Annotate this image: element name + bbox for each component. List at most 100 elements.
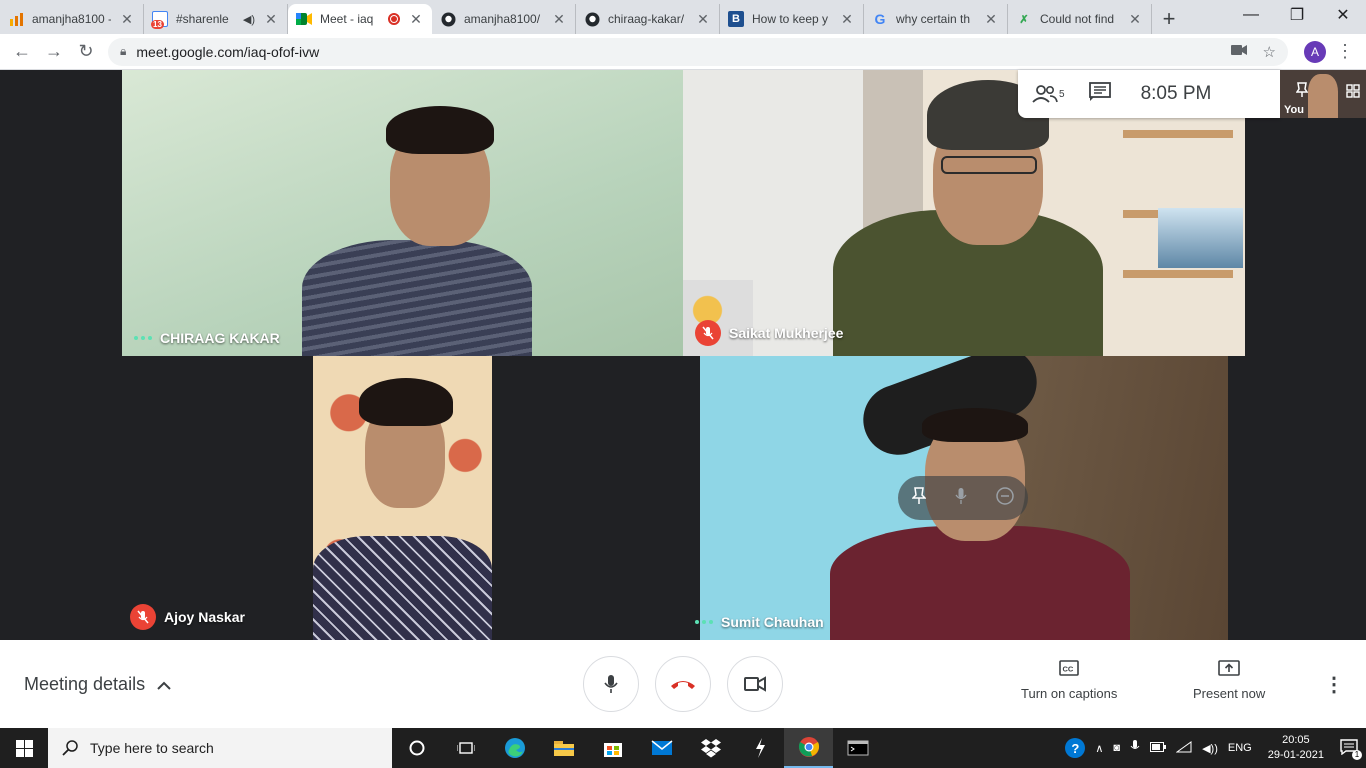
browser-menu-icon[interactable]: ⋮: [1336, 41, 1354, 62]
close-icon[interactable]: ✕: [551, 11, 567, 28]
camera-icon[interactable]: [1230, 43, 1247, 60]
winamp-icon[interactable]: [735, 728, 784, 768]
close-icon[interactable]: ✕: [839, 11, 855, 28]
people-button[interactable]: 5: [1032, 85, 1065, 103]
more-options-icon[interactable]: ⋮: [1324, 672, 1344, 697]
language-indicator[interactable]: ENG: [1228, 742, 1252, 754]
speaking-indicator-icon: [695, 620, 713, 624]
tile-hover-controls: [898, 476, 1028, 520]
tab-how-to-keep[interactable]: B How to keep y ✕: [720, 4, 864, 34]
cortana-icon[interactable]: [392, 728, 441, 768]
help-icon[interactable]: ?: [1065, 738, 1086, 758]
mic-off-icon: [695, 320, 721, 346]
search-placeholder: Type here to search: [90, 740, 214, 756]
site-icon: ✗: [1019, 13, 1029, 26]
new-tab-button[interactable]: +: [1152, 4, 1186, 34]
address-bar[interactable]: 🔒︎ meet.google.com/iaq-ofof-ivw ☆: [108, 37, 1288, 66]
restore-button[interactable]: ❐: [1274, 0, 1320, 30]
tab-google-search[interactable]: G why certain th ✕: [864, 4, 1008, 34]
tab-strip: amanjha8100 - ✕ 13 #sharenle ◀) ✕ Meet -…: [0, 0, 1366, 34]
participant-name: CHIRAAG KAKAR: [160, 330, 280, 346]
close-icon[interactable]: ✕: [263, 11, 279, 28]
close-window-button[interactable]: ✕: [1320, 0, 1366, 30]
tab-meet[interactable]: Meet - iaq ✕: [288, 4, 432, 34]
terminal-icon[interactable]: [833, 728, 882, 768]
file-explorer-icon[interactable]: [539, 728, 588, 768]
present-icon: [1218, 660, 1240, 676]
camera-button[interactable]: [727, 656, 783, 712]
chrome-icon[interactable]: [784, 728, 833, 768]
pin-icon[interactable]: [1295, 82, 1309, 103]
wall-picture: [1158, 208, 1243, 268]
close-icon[interactable]: ✕: [119, 11, 135, 28]
meeting-info-panel: 5 8:05 PM: [1018, 70, 1280, 118]
tab-github-aman[interactable]: amanjha8100/ ✕: [432, 4, 576, 34]
forward-button[interactable]: →: [38, 36, 70, 68]
close-icon[interactable]: ✕: [1127, 11, 1143, 28]
tab-analytics[interactable]: amanjha8100 - ✕: [0, 4, 144, 34]
speaker-icon[interactable]: ◀): [243, 13, 255, 26]
tab-could-not-find[interactable]: ✗ Could not find ✕: [1008, 4, 1152, 34]
participant-name-caption: Sumit Chauhan: [695, 614, 824, 630]
wifi-icon[interactable]: [1175, 740, 1192, 756]
task-view-icon[interactable]: [441, 728, 490, 768]
reload-button[interactable]: ↻: [70, 36, 102, 68]
b-icon: B: [728, 11, 744, 27]
chevron-up-icon: [157, 674, 171, 695]
participant-name: Ajoy Naskar: [164, 609, 245, 625]
hang-up-icon: [671, 681, 695, 689]
captions-button[interactable]: CC Turn on captions: [1021, 660, 1117, 701]
tab-github-chiraag[interactable]: chiraag-kakar/ ✕: [576, 4, 720, 34]
tab-label: why certain th: [896, 12, 971, 26]
edge-icon[interactable]: [490, 728, 539, 768]
close-icon[interactable]: ✕: [983, 11, 999, 28]
present-now-button[interactable]: Present now: [1193, 660, 1265, 701]
taskbar-search[interactable]: Type here to search: [48, 728, 392, 768]
close-icon[interactable]: ✕: [695, 11, 711, 28]
layout-icon[interactable]: [1346, 84, 1360, 103]
chevron-up-icon[interactable]: ∧: [1095, 742, 1103, 755]
participant-name-caption: Ajoy Naskar: [130, 604, 245, 630]
mic-button[interactable]: [583, 656, 639, 712]
remove-icon[interactable]: [995, 486, 1014, 510]
browser-toolbar: ← → ↻ 🔒︎ meet.google.com/iaq-ofof-ivw ☆ …: [0, 34, 1366, 70]
participant-name: Saikat Mukherjee: [729, 325, 844, 341]
window-controls: — ❐ ✕: [1228, 0, 1366, 30]
participant-tile[interactable]: Ajoy Naskar: [122, 356, 683, 640]
webcam-icon[interactable]: ◙: [1113, 742, 1120, 754]
tab-sharenle[interactable]: 13 #sharenle ◀) ✕: [144, 4, 288, 34]
close-icon[interactable]: ✕: [408, 11, 424, 28]
dropbox-icon[interactable]: [686, 728, 735, 768]
participant-video: [292, 100, 532, 356]
taskbar-clock[interactable]: 20:05 29-01-2021: [1268, 733, 1324, 763]
bookmark-star-icon[interactable]: ☆: [1263, 43, 1276, 61]
meeting-clock: 8:05 PM: [1140, 83, 1212, 104]
github-icon: [584, 11, 600, 27]
windows-start-icon[interactable]: [0, 728, 48, 768]
notifications-icon[interactable]: 1: [1340, 738, 1362, 760]
microsoft-store-icon[interactable]: [588, 728, 637, 768]
mail-icon[interactable]: [637, 728, 686, 768]
mic-icon[interactable]: [955, 487, 967, 510]
system-tray: ? ∧ ◙ ◀)) ENG 20:05 29-01-2021 1: [1065, 728, 1366, 768]
leave-call-button[interactable]: [655, 656, 711, 712]
self-label: You: [1284, 104, 1304, 116]
pin-icon[interactable]: [911, 486, 928, 510]
self-view-tile[interactable]: You: [1280, 70, 1366, 118]
captions-label: Turn on captions: [1021, 686, 1118, 701]
participant-tile[interactable]: CHIRAAG KAKAR: [122, 70, 683, 356]
volume-icon[interactable]: ◀)): [1202, 742, 1218, 755]
battery-icon[interactable]: [1150, 741, 1167, 755]
microphone-icon[interactable]: [1130, 739, 1140, 757]
minimize-button[interactable]: —: [1228, 0, 1274, 30]
lock-icon[interactable]: 🔒︎: [120, 44, 126, 59]
calendar-badge-icon: 13: [151, 11, 168, 29]
recording-icon: [388, 13, 400, 25]
back-button[interactable]: ←: [6, 36, 38, 68]
meet-icon: [296, 11, 312, 27]
meeting-details-label: Meeting details: [24, 674, 146, 694]
chat-icon[interactable]: [1088, 81, 1111, 107]
profile-avatar[interactable]: A: [1304, 40, 1326, 63]
meeting-details-button[interactable]: Meeting details: [24, 674, 171, 695]
shelf: [1123, 270, 1233, 278]
